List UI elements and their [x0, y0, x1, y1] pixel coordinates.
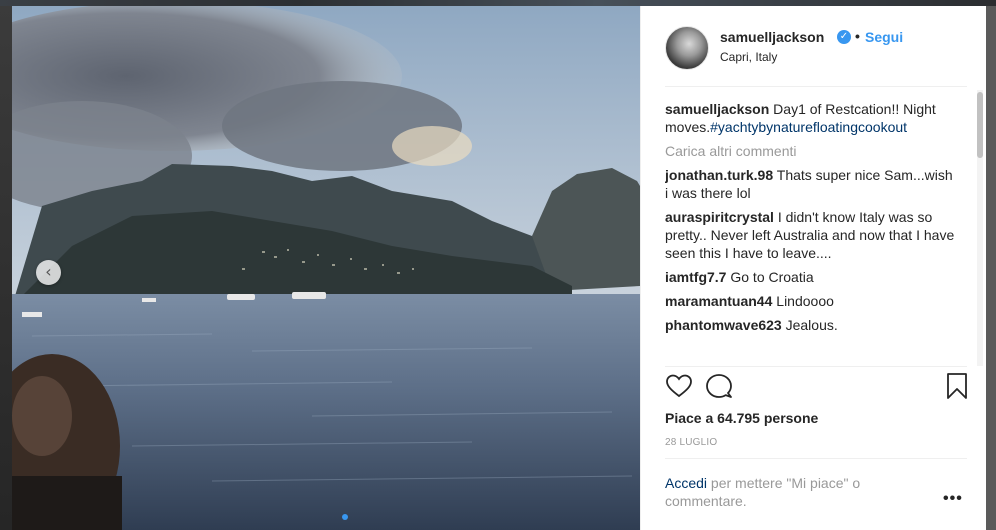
comment-username[interactable]: iamtfg7.7: [665, 269, 726, 285]
post-photo[interactable]: ‹: [12, 6, 640, 530]
list-item: phantomwave623 Jealous.: [665, 316, 955, 334]
comments-divider: [665, 366, 967, 367]
bookmark-icon[interactable]: [943, 372, 971, 400]
comment-icon[interactable]: [705, 372, 733, 400]
caption-hashtag[interactable]: #yachtybynaturefloatingcookout: [710, 119, 907, 135]
comment-username[interactable]: auraspiritcrystal: [665, 209, 774, 225]
verified-badge-icon: ✓: [837, 30, 851, 44]
capri-landscape-image: [12, 6, 640, 530]
comment-username[interactable]: maramantuan44: [665, 293, 772, 309]
carousel-indicator-dot: [342, 514, 348, 520]
left-page-edge: [0, 6, 12, 530]
comment-text: Go to Croatia: [726, 269, 814, 285]
action-bar: [665, 372, 967, 402]
comments-list[interactable]: samuelljackson Day1 of Restcation!! Nigh…: [665, 100, 955, 362]
post-header: samuelljackson ✓ • Segui Capri, Italy: [641, 6, 987, 86]
caption-text-1: Day1 of Restcation!! Night: [769, 101, 936, 117]
comment-text: Lindoooo: [772, 293, 834, 309]
header-divider: [665, 86, 967, 87]
post-date[interactable]: 28 LUGLIO: [665, 437, 717, 448]
caption-text-2: moves.: [665, 119, 711, 135]
caption: samuelljackson Day1 of Restcation!! Nigh…: [665, 100, 955, 136]
comment-username[interactable]: phantomwave623: [665, 317, 782, 333]
list-item: maramantuan44 Lindoooo: [665, 292, 955, 310]
list-item: auraspiritcrystal I didn't know Italy wa…: [665, 208, 955, 262]
previous-photo-button[interactable]: ‹: [36, 260, 61, 285]
comments-scrollbar-thumb[interactable]: [977, 92, 983, 158]
caption-username[interactable]: samuelljackson: [665, 101, 769, 117]
header-separator: •: [855, 28, 860, 44]
login-link[interactable]: Accedi: [665, 475, 707, 491]
right-page-edge: [986, 6, 996, 530]
post-location[interactable]: Capri, Italy: [720, 50, 777, 64]
list-item: iamtfg7.7 Go to Croatia: [665, 268, 955, 286]
more-options-button[interactable]: •••: [943, 490, 963, 508]
heart-icon[interactable]: [665, 372, 693, 400]
list-item: jonathan.turk.98 Thats super nice Sam...…: [665, 166, 955, 202]
comment-text: Jealous.: [781, 317, 838, 333]
avatar[interactable]: [665, 26, 709, 70]
load-more-comments-button[interactable]: Carica altri commenti: [665, 142, 955, 160]
post-username[interactable]: samuelljackson: [720, 29, 824, 45]
instagram-post-window: ‹ samuelljackson ✓ • Segui Capri, Italy …: [0, 0, 996, 530]
login-prompt: Accedi per mettere "Mi piace" o commenta…: [665, 474, 915, 510]
likes-count[interactable]: Piace a 64.795 persone: [665, 410, 818, 426]
footer-divider: [665, 458, 967, 459]
post-side-panel: samuelljackson ✓ • Segui Capri, Italy sa…: [640, 6, 987, 530]
follow-button[interactable]: Segui: [865, 29, 903, 45]
comment-username[interactable]: jonathan.turk.98: [665, 167, 773, 183]
